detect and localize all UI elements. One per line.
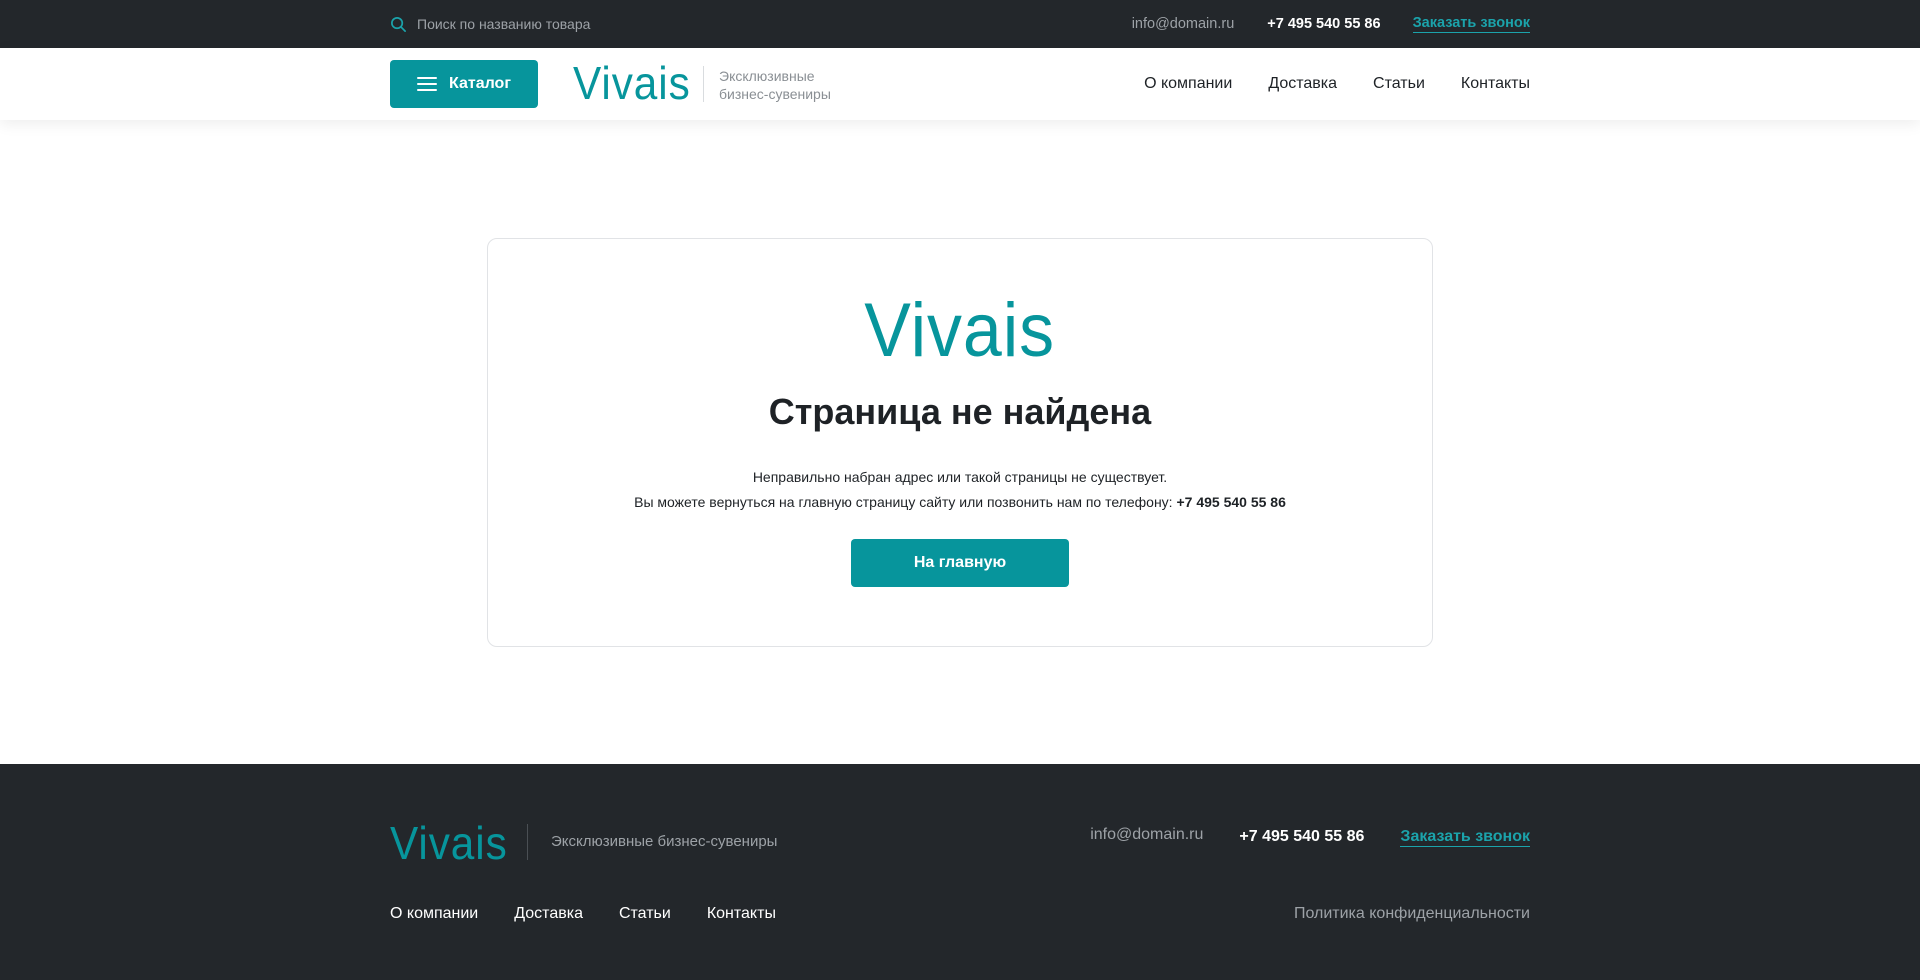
header-tagline-line1: Эксклюзивные — [719, 68, 815, 84]
card-logo: Vivais — [864, 288, 1056, 373]
error-line-2: Вы можете вернуться на главную страницу … — [488, 490, 1432, 515]
header-tagline: Эксклюзивные бизнес-сувениры — [719, 67, 869, 103]
footer-logo[interactable]: Vivais — [390, 818, 508, 868]
footer-nav-item-articles[interactable]: Статьи — [619, 905, 671, 923]
footer-nav-item-delivery[interactable]: Доставка — [514, 905, 583, 923]
site-footer: Vivais Эксклюзивные бизнес-сувениры info… — [0, 764, 1920, 980]
nav-item-about[interactable]: О компании — [1144, 75, 1232, 93]
error-line-1: Неправильно набран адрес или такой стран… — [752, 469, 1168, 485]
footer-tagline: Эксклюзивные бизнес-сувениры — [551, 833, 778, 850]
nav-item-delivery[interactable]: Доставка — [1268, 75, 1337, 93]
top-email-link[interactable]: info@domain.ru — [1132, 16, 1235, 32]
home-button[interactable]: На главную — [851, 539, 1069, 587]
catalog-button[interactable]: Каталог — [390, 60, 538, 108]
footer-phone[interactable]: +7 495 540 55 86 — [1239, 828, 1364, 846]
header-logo[interactable]: Vivais — [573, 58, 691, 108]
nav-item-contacts[interactable]: Контакты — [1461, 75, 1530, 93]
error-description: Неправильно набран адрес или такой стран… — [488, 465, 1432, 515]
footer-nav: О компании Доставка Статьи Контакты — [390, 905, 812, 923]
header-logo-divider — [703, 66, 704, 102]
search-icon[interactable] — [390, 16, 407, 33]
footer-contacts: info@domain.ru +7 495 540 55 86 Заказать… — [1090, 819, 1530, 855]
footer-nav-item-contacts[interactable]: Контакты — [707, 905, 776, 923]
footer-email-link[interactable]: info@domain.ru — [1090, 826, 1203, 844]
footer-nav-item-about[interactable]: О компании — [390, 905, 478, 923]
header-tagline-line2: бизнес-сувениры — [719, 86, 831, 102]
page-title: Страница не найдена — [768, 391, 1152, 432]
nav-item-articles[interactable]: Статьи — [1373, 75, 1425, 93]
privacy-policy-link[interactable]: Политика конфиденциальности — [1294, 905, 1530, 923]
top-phone[interactable]: +7 495 540 55 86 — [1267, 16, 1380, 32]
not-found-card: Vivais Страница не найдена Неправильно н… — [487, 238, 1433, 647]
main-nav: О компании Доставка Статьи Контакты — [1108, 48, 1530, 120]
search-bar — [390, 13, 717, 35]
error-phone[interactable]: +7 495 540 55 86 — [1176, 494, 1285, 510]
catalog-button-label: Каталог — [449, 75, 511, 92]
search-input[interactable] — [417, 16, 717, 32]
error-line-2-text: Вы можете вернуться на главную страницу … — [634, 494, 1173, 510]
site-header: Каталог Vivais Эксклюзивные бизнес-сувен… — [0, 48, 1920, 120]
top-callback-link[interactable]: Заказать звонок — [1412, 15, 1530, 33]
footer-logo-divider — [527, 824, 528, 860]
top-bar: info@domain.ru +7 495 540 55 86 Заказать… — [0, 0, 1920, 48]
footer-callback-link[interactable]: Заказать звонок — [1400, 828, 1530, 847]
menu-icon — [417, 77, 437, 91]
top-contacts: info@domain.ru +7 495 540 55 86 Заказать… — [1132, 0, 1530, 48]
